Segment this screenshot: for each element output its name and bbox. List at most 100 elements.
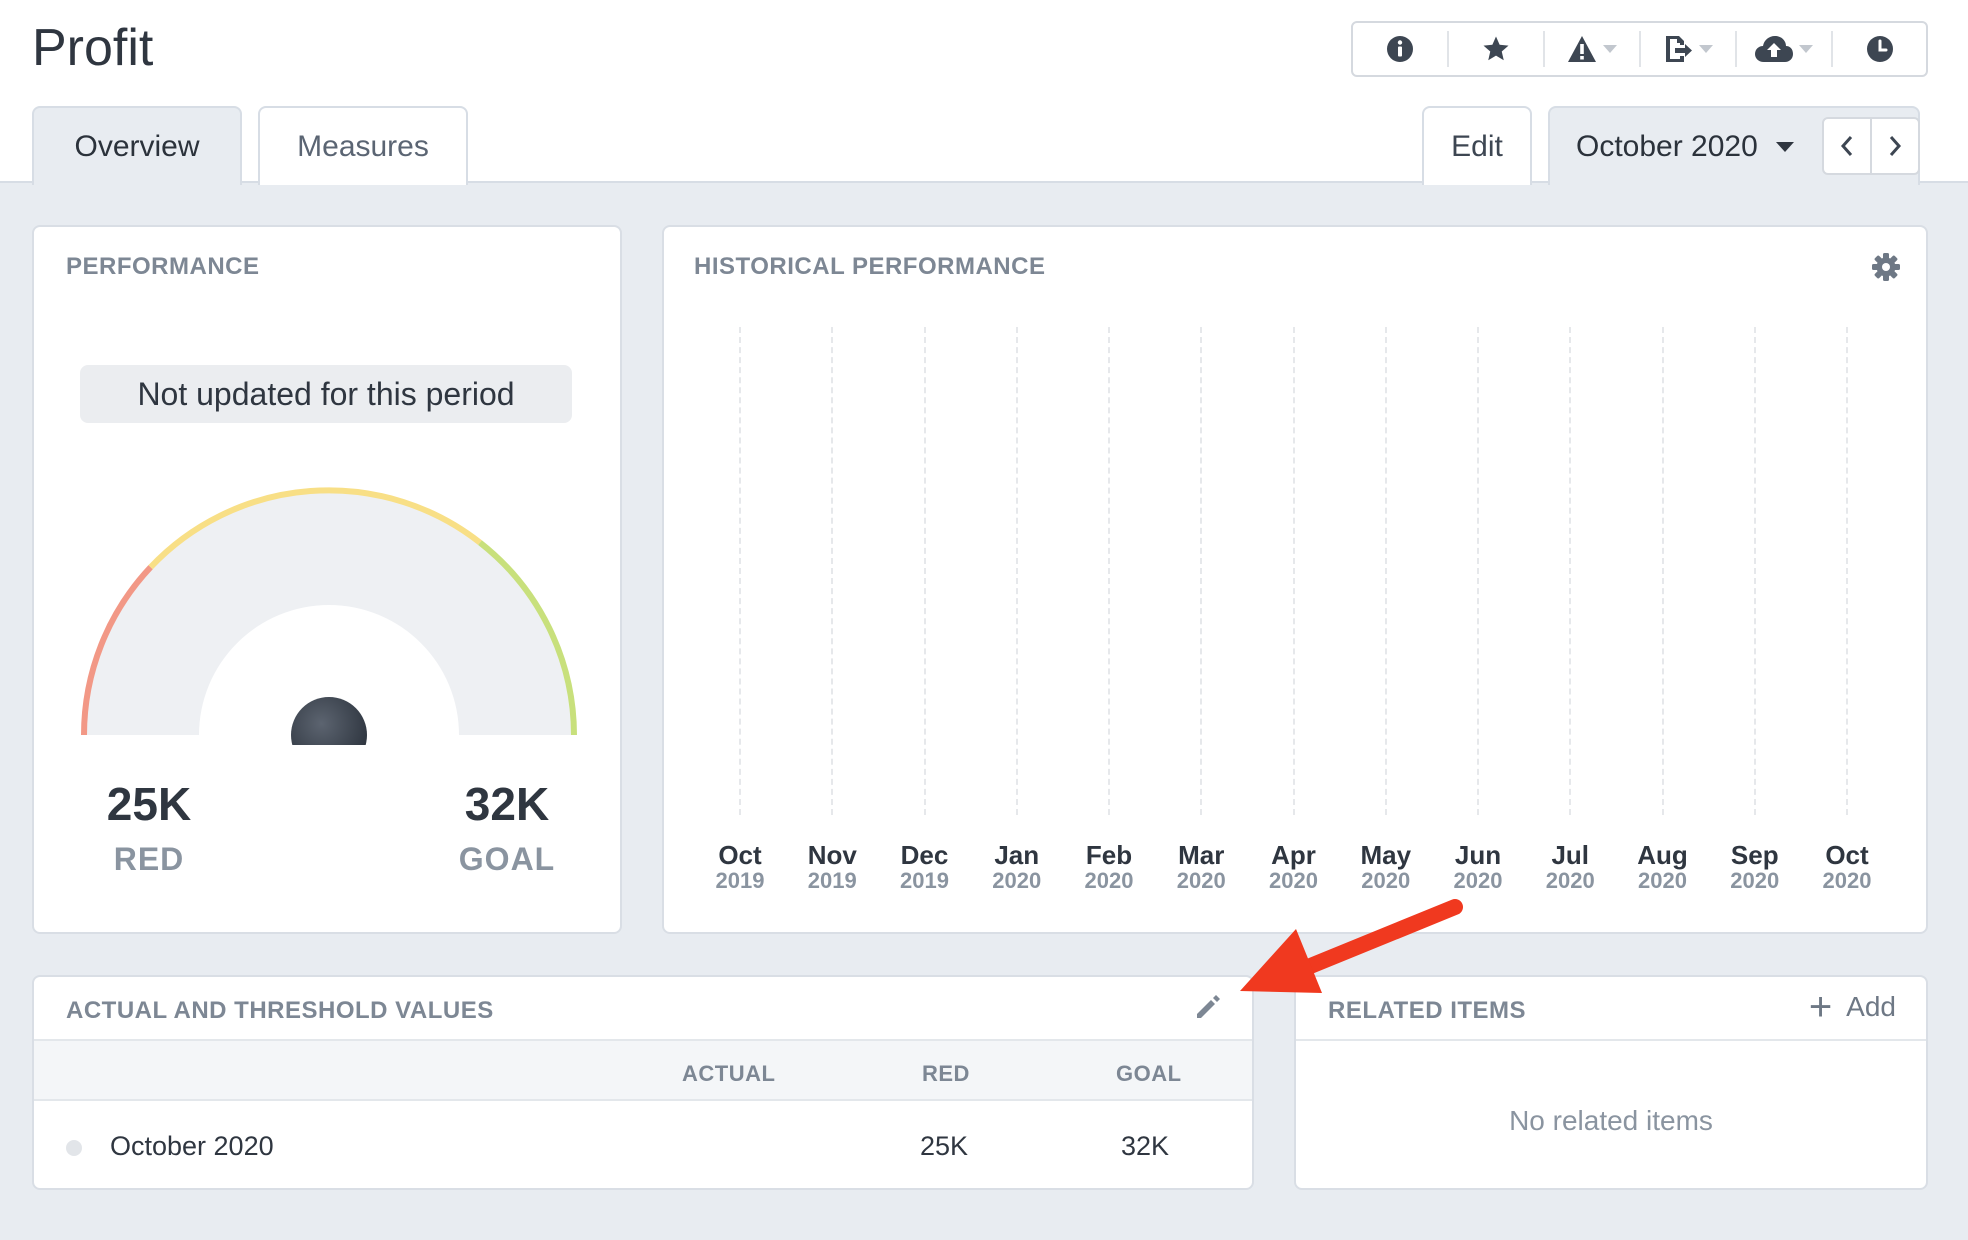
gear-icon[interactable] bbox=[1872, 253, 1900, 281]
values-title: ACTUAL AND THRESHOLD VALUES bbox=[66, 997, 494, 1024]
month-label: Feb bbox=[1085, 840, 1133, 870]
tab-overview[interactable]: Overview bbox=[32, 106, 242, 185]
gridline bbox=[1661, 327, 1664, 815]
gridline bbox=[1384, 327, 1387, 815]
month-tick: Nov 2019 bbox=[786, 841, 878, 893]
year-label: 2019 bbox=[900, 868, 949, 893]
column-goal: GOAL bbox=[1116, 1061, 1182, 1086]
month-label: Nov bbox=[807, 840, 857, 870]
star-icon bbox=[1483, 36, 1509, 61]
gridline bbox=[1846, 327, 1848, 815]
year-label: 2020 bbox=[1545, 868, 1595, 893]
year-label: 2020 bbox=[1176, 868, 1226, 893]
edit-button[interactable]: Edit bbox=[1422, 106, 1532, 185]
status-dot bbox=[66, 1140, 82, 1156]
column-red: RED bbox=[922, 1061, 970, 1086]
export-icon bbox=[1666, 36, 1692, 62]
month-label: Jan bbox=[994, 840, 1040, 870]
gridline bbox=[1477, 327, 1479, 815]
performance-title: PERFORMANCE bbox=[66, 253, 260, 280]
cloud-upload-icon bbox=[1755, 36, 1793, 62]
chevron-down-icon bbox=[1799, 45, 1813, 53]
year-label: 2020 bbox=[992, 868, 1042, 893]
next-period-button[interactable] bbox=[1872, 119, 1918, 173]
year-label: 2020 bbox=[1730, 868, 1780, 893]
month-label: Dec bbox=[900, 840, 949, 870]
chevron-down-icon bbox=[1775, 141, 1794, 152]
clock-icon bbox=[1866, 36, 1893, 62]
info-icon bbox=[1387, 36, 1413, 62]
add-label: Add bbox=[1846, 991, 1896, 1022]
month-label: Aug bbox=[1637, 840, 1688, 870]
status-notice: Not updated for this period bbox=[80, 365, 572, 423]
add-related-button[interactable]: + Add bbox=[1808, 985, 1896, 1029]
tab-measures[interactable]: Measures bbox=[258, 106, 468, 185]
month-tick: Jul 2020 bbox=[1524, 841, 1616, 893]
month-tick: Jan 2020 bbox=[971, 841, 1063, 893]
month-tick: Oct 2019 bbox=[694, 841, 786, 893]
chevron-left-icon bbox=[1840, 136, 1853, 156]
annotation-arrow bbox=[1240, 899, 1463, 993]
row-red: 25K bbox=[920, 1131, 969, 1161]
toolbar bbox=[1351, 21, 1928, 77]
year-label: 2019 bbox=[807, 868, 857, 893]
month-tick: Feb 2020 bbox=[1063, 841, 1155, 893]
gridline bbox=[1569, 327, 1572, 815]
performance-card: PERFORMANCE Not updated for this period … bbox=[32, 225, 622, 934]
goal-label: GOAL bbox=[458, 841, 556, 877]
red-value: 25K bbox=[106, 778, 192, 830]
year-label: 2019 bbox=[715, 868, 765, 893]
period-navigation bbox=[1822, 117, 1920, 175]
gridline bbox=[1753, 327, 1756, 815]
row-period: October 2020 bbox=[110, 1131, 274, 1161]
month-tick: May 2020 bbox=[1340, 841, 1432, 893]
year-label: 2020 bbox=[1822, 868, 1872, 893]
favorite-button[interactable] bbox=[1449, 31, 1545, 67]
previous-period-button[interactable] bbox=[1824, 119, 1872, 173]
month-label: May bbox=[1360, 840, 1412, 870]
month-tick: Mar 2020 bbox=[1155, 841, 1247, 893]
info-button[interactable] bbox=[1353, 31, 1449, 67]
month-tick: Dec 2019 bbox=[879, 841, 971, 893]
gauge-needle bbox=[291, 697, 367, 745]
chevron-right-icon bbox=[1889, 136, 1902, 156]
year-label: 2020 bbox=[1453, 868, 1503, 893]
historical-title: HISTORICAL PERFORMANCE bbox=[694, 253, 1046, 280]
export-button[interactable] bbox=[1641, 31, 1737, 67]
gridline bbox=[1108, 327, 1110, 815]
gridline bbox=[1015, 327, 1018, 815]
empty-state: No related items bbox=[1509, 1105, 1713, 1136]
month-tick: Oct 2020 bbox=[1801, 841, 1893, 893]
divider bbox=[1296, 1039, 1926, 1041]
pencil-icon[interactable] bbox=[1194, 993, 1222, 1021]
gridline bbox=[739, 327, 741, 815]
month-label: Sep bbox=[1730, 840, 1779, 870]
month-label: Jun bbox=[1454, 840, 1502, 870]
values-card: ACTUAL AND THRESHOLD VALUES ACTUAL RED G… bbox=[32, 975, 1254, 1190]
year-label: 2020 bbox=[1269, 868, 1318, 893]
gridline bbox=[923, 327, 926, 815]
month-label: Apr bbox=[1271, 840, 1316, 870]
plus-icon: + bbox=[1808, 985, 1833, 1029]
gridline bbox=[1200, 327, 1203, 815]
performance-gauge bbox=[81, 487, 577, 745]
month-label: Mar bbox=[1178, 840, 1225, 870]
warning-icon bbox=[1568, 36, 1596, 62]
period-label: October 2020 bbox=[1576, 129, 1758, 163]
month-tick: Jun 2020 bbox=[1432, 841, 1524, 893]
month-tick: Sep 2020 bbox=[1709, 841, 1801, 893]
related-items-card: RELATED ITEMS + Add No related items bbox=[1294, 975, 1928, 1190]
chevron-down-icon bbox=[1603, 45, 1617, 53]
alerts-button[interactable] bbox=[1545, 31, 1641, 67]
month-label: Oct bbox=[1825, 840, 1869, 870]
red-label: RED bbox=[113, 841, 185, 877]
column-actual: ACTUAL bbox=[682, 1061, 776, 1086]
year-label: 2020 bbox=[1638, 868, 1687, 893]
history-button[interactable] bbox=[1833, 31, 1926, 67]
year-label: 2020 bbox=[1361, 868, 1411, 893]
upload-button[interactable] bbox=[1737, 31, 1833, 67]
historical-performance-card: HISTORICAL PERFORMANCE Oct 2019 Nov 2019 Dec… bbox=[662, 225, 1928, 934]
gridline bbox=[831, 327, 834, 815]
chevron-down-icon bbox=[1699, 45, 1713, 53]
month-tick: Aug 2020 bbox=[1617, 841, 1709, 893]
